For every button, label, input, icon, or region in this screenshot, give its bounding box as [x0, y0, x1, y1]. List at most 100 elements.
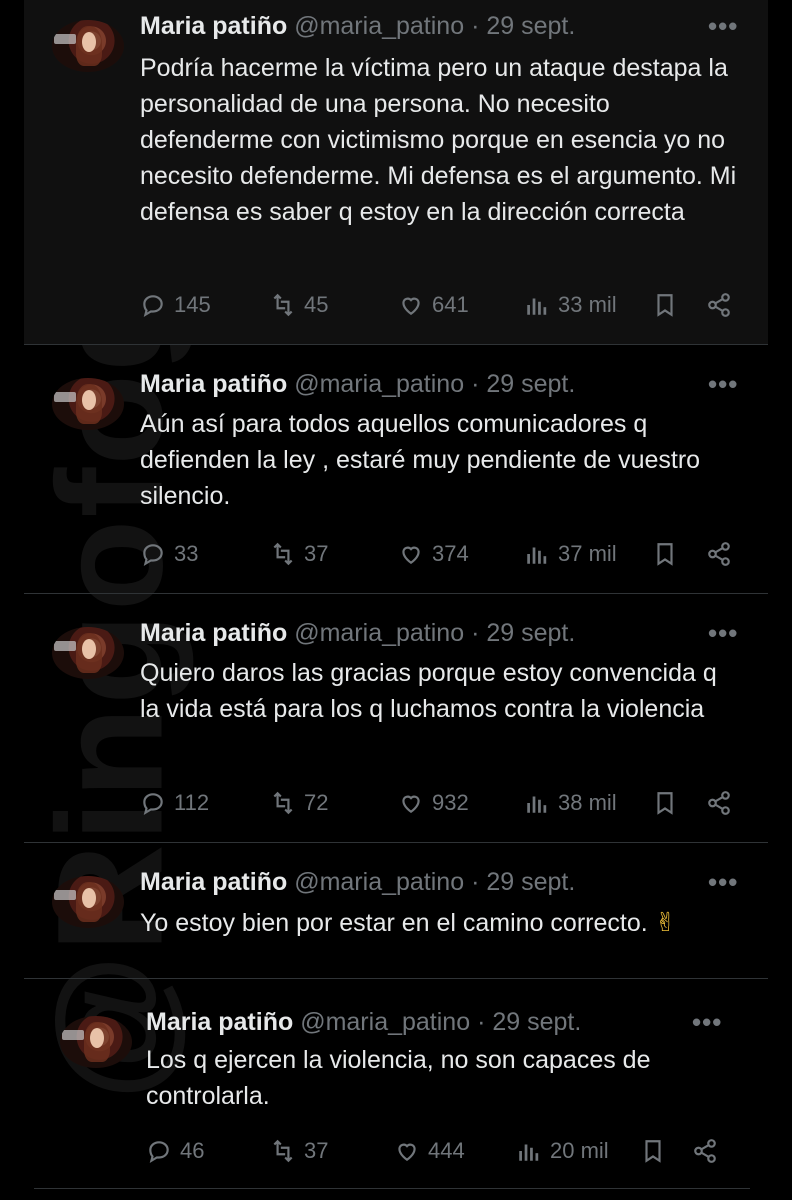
- more-icon[interactable]: •••: [708, 620, 738, 646]
- tweet-actions: 46 37 444 20 mil: [146, 1136, 746, 1166]
- bookmark-icon: [657, 294, 673, 317]
- tweet-header: Maria patiño @maria_patino · 29 sept.: [140, 619, 575, 648]
- share-button[interactable]: [706, 539, 732, 569]
- author-name[interactable]: Maria patiño: [146, 1008, 293, 1036]
- reply-count: 33: [174, 541, 199, 566]
- views-count: 38 mil: [558, 790, 617, 815]
- avatar[interactable]: [52, 20, 124, 72]
- reply-button[interactable]: 46: [146, 1136, 204, 1166]
- more-icon[interactable]: •••: [708, 869, 738, 895]
- like-button[interactable]: 641: [398, 290, 469, 320]
- reply-button[interactable]: 112: [140, 788, 209, 818]
- more-icon[interactable]: •••: [692, 1009, 722, 1035]
- retweet-icon: [273, 293, 293, 317]
- tweet[interactable]: Maria patiño @maria_patino · 29 sept. ••…: [24, 843, 768, 979]
- reply-count: 145: [174, 292, 211, 317]
- bookmark-icon: [657, 792, 673, 815]
- bookmark-button[interactable]: [652, 539, 678, 569]
- retweet-button[interactable]: 45: [270, 290, 328, 320]
- reply-icon: [143, 295, 163, 318]
- timeline: @Ringofogo3 Maria patiño @maria_patino ·…: [0, 0, 792, 1200]
- author-name[interactable]: Maria patiño: [140, 370, 287, 398]
- retweet-count: 37: [304, 1138, 329, 1163]
- tweet-actions: 112 72 932 38 mil: [140, 788, 740, 818]
- retweet-button[interactable]: 37: [270, 539, 328, 569]
- more-icon[interactable]: •••: [708, 371, 738, 397]
- share-icon: [708, 542, 730, 566]
- tweet-text: Podría hacerme la víctima pero un ataque…: [140, 54, 744, 226]
- author-name[interactable]: Maria patiño: [140, 12, 287, 40]
- bookmark-icon: [657, 543, 673, 566]
- bookmark-icon: [645, 1140, 661, 1163]
- tweet-text: Los q ejercen la violencia, no son capac…: [146, 1046, 658, 1110]
- share-icon: [708, 293, 730, 317]
- share-button[interactable]: [706, 788, 732, 818]
- like-count: 932: [432, 790, 469, 815]
- tweet[interactable]: Maria patiño @maria_patino · 29 sept. ••…: [34, 986, 750, 1189]
- like-count: 374: [432, 541, 469, 566]
- tweet[interactable]: Maria patiño @maria_patino · 29 sept. ••…: [24, 345, 768, 594]
- tweet-date[interactable]: 29 sept.: [486, 868, 575, 896]
- tweet[interactable]: Maria patiño @maria_patino · 29 sept. ••…: [24, 594, 768, 843]
- share-icon: [694, 1139, 716, 1163]
- bookmark-button[interactable]: [640, 1136, 666, 1166]
- retweet-icon: [273, 791, 293, 815]
- views-button[interactable]: 33 mil: [524, 290, 617, 320]
- bookmark-button[interactable]: [652, 290, 678, 320]
- author-handle[interactable]: @maria_patino: [294, 12, 464, 40]
- views-icon: [527, 796, 547, 813]
- views-count: 20 mil: [550, 1138, 609, 1163]
- reply-button[interactable]: 33: [140, 539, 198, 569]
- separator: ·: [471, 12, 480, 40]
- like-icon: [402, 297, 420, 315]
- avatar[interactable]: [52, 876, 124, 928]
- author-handle[interactable]: @maria_patino: [300, 1008, 470, 1036]
- tweet-date[interactable]: 29 sept.: [486, 370, 575, 398]
- views-button[interactable]: 37 mil: [524, 539, 617, 569]
- views-count: 37 mil: [558, 541, 617, 566]
- views-button[interactable]: 20 mil: [516, 1136, 609, 1166]
- like-icon: [402, 546, 420, 564]
- views-count: 33 mil: [558, 292, 617, 317]
- avatar[interactable]: [52, 378, 124, 430]
- reply-icon: [143, 793, 163, 816]
- tweet[interactable]: Maria patiño @maria_patino · 29 sept. ••…: [24, 0, 768, 345]
- like-button[interactable]: 932: [398, 788, 469, 818]
- tweet-date[interactable]: 29 sept.: [486, 619, 575, 647]
- author-name[interactable]: Maria patiño: [140, 619, 287, 647]
- author-handle[interactable]: @maria_patino: [294, 370, 464, 398]
- bookmark-button[interactable]: [652, 788, 678, 818]
- retweet-count: 72: [304, 790, 329, 815]
- reply-button[interactable]: 145: [140, 290, 211, 320]
- share-icon: [708, 791, 730, 815]
- tweet-date[interactable]: 29 sept.: [492, 1008, 581, 1036]
- retweet-button[interactable]: 37: [270, 1136, 328, 1166]
- like-icon: [398, 1143, 416, 1161]
- tweet-header: Maria patiño @maria_patino · 29 sept.: [140, 370, 575, 399]
- separator: ·: [471, 868, 480, 896]
- reply-icon: [149, 1141, 169, 1164]
- like-button[interactable]: 374: [398, 539, 469, 569]
- reply-icon: [143, 544, 163, 567]
- tweet-header: Maria patiño @maria_patino · 29 sept.: [146, 1008, 581, 1037]
- like-button[interactable]: 444: [394, 1136, 465, 1166]
- avatar[interactable]: [60, 1016, 132, 1068]
- views-icon: [519, 1144, 539, 1161]
- author-name[interactable]: Maria patiño: [140, 868, 287, 896]
- more-icon[interactable]: •••: [708, 13, 738, 39]
- avatar[interactable]: [52, 627, 124, 679]
- tweet-date[interactable]: 29 sept.: [486, 12, 575, 40]
- separator: ·: [477, 1008, 486, 1036]
- author-handle[interactable]: @maria_patino: [294, 619, 464, 647]
- share-button[interactable]: [692, 1136, 718, 1166]
- views-icon: [527, 547, 547, 564]
- victory-hand-emoji: ✌: [654, 907, 677, 937]
- share-button[interactable]: [706, 290, 732, 320]
- reply-count: 112: [174, 790, 210, 815]
- author-handle[interactable]: @maria_patino: [294, 868, 464, 896]
- views-button[interactable]: 38 mil: [524, 788, 617, 818]
- like-count: 641: [432, 292, 469, 317]
- retweet-button[interactable]: 72: [270, 788, 328, 818]
- reply-count: 46: [180, 1138, 205, 1163]
- retweet-icon: [273, 1139, 293, 1163]
